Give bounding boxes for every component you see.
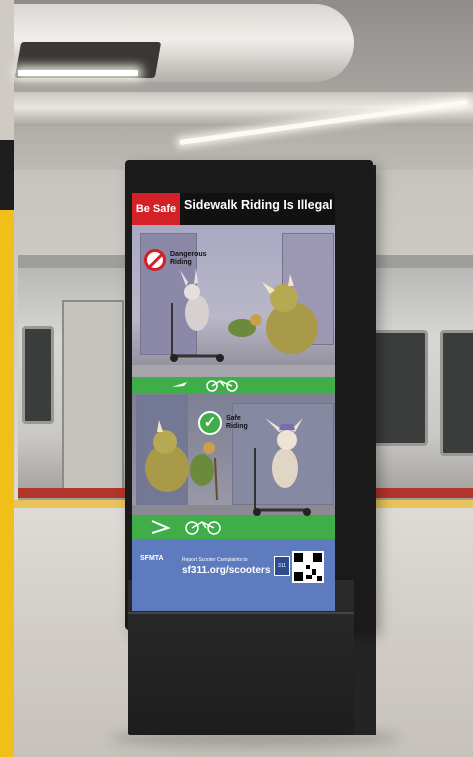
walking-scene-illustration xyxy=(145,418,311,516)
subway-platform-scene: Be Safe Sidewalk Riding Is Illegal Dange… xyxy=(0,0,473,757)
riding-scene-illustration xyxy=(170,268,318,362)
dangerous-riding-label: Dangerous Riding xyxy=(170,251,207,266)
bike-lane xyxy=(132,377,335,393)
report-url: sf311.org/scooters xyxy=(182,565,271,576)
train-window xyxy=(22,326,54,424)
bicycle-icon xyxy=(172,380,238,392)
report-text: Report Scooter Complaints to xyxy=(182,557,248,563)
safety-poster: Be Safe Sidewalk Riding Is Illegal Dange… xyxy=(132,193,335,611)
sfmta-logo: SFMTA xyxy=(140,555,164,562)
badge-311: 311 xyxy=(274,556,290,576)
poster-title: Sidewalk Riding Is Illegal xyxy=(184,198,333,212)
qr-code xyxy=(292,551,324,583)
train-window xyxy=(440,330,473,456)
kiosk-base-seam xyxy=(128,612,354,614)
lamp-light xyxy=(18,70,138,76)
train-window xyxy=(372,330,428,446)
side-band-yellow xyxy=(0,210,14,757)
side-band-dark xyxy=(0,140,14,210)
be-safe-badge: Be Safe xyxy=(132,193,180,225)
train-door xyxy=(62,300,124,494)
